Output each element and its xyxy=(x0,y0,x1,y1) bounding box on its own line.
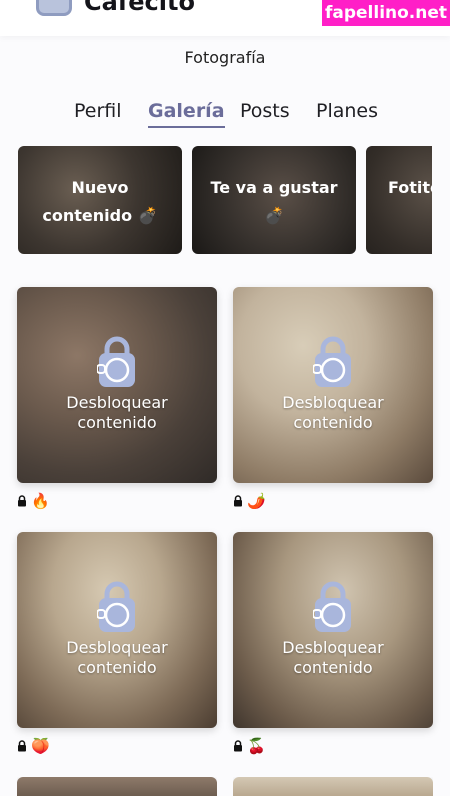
profile-category: Fotografía xyxy=(184,48,266,67)
gallery-item[interactable]: Desbloquear contenido 🔥 xyxy=(17,287,217,511)
lock-icon xyxy=(313,336,351,387)
unlock-content-label[interactable]: Desbloquear contenido xyxy=(17,393,217,433)
collection-card[interactable]: Nuevo contenido 💣 xyxy=(18,146,182,254)
tab-bar: Perfil Galería Posts Planes xyxy=(0,100,450,132)
collection-title: Fotito xyxy=(388,178,432,197)
locked-thumbnail[interactable] xyxy=(233,777,433,796)
peach-icon: 🍑 xyxy=(31,737,50,755)
lock-icon xyxy=(313,581,351,632)
tab-planes[interactable]: Planes xyxy=(316,100,378,122)
item-meta: 🍑 xyxy=(17,736,217,756)
item-meta: 🍒 xyxy=(233,736,433,756)
gallery-item[interactable]: Desbloquear contenido 🍑 xyxy=(17,532,217,756)
fire-icon: 🔥 xyxy=(31,492,50,510)
unlock-content-label[interactable]: Desbloquear contenido xyxy=(17,638,217,678)
padlock-icon xyxy=(18,495,26,507)
tab-galeria[interactable]: Galería xyxy=(148,100,225,128)
locked-thumbnail[interactable]: Desbloquear contenido xyxy=(233,287,433,483)
cafecito-logo-icon[interactable] xyxy=(36,0,72,16)
lock-icon xyxy=(97,336,135,387)
padlock-icon xyxy=(234,740,242,752)
gallery-item[interactable]: Desbloquear contenido 🌶️ xyxy=(233,287,433,511)
blurred-preview xyxy=(17,777,217,796)
blurred-preview xyxy=(233,777,433,796)
padlock-icon xyxy=(18,740,26,752)
padlock-icon xyxy=(234,495,242,507)
collection-card[interactable]: Fotito xyxy=(366,146,432,254)
chili-pepper-icon: 🌶️ xyxy=(247,492,266,510)
gallery-item[interactable]: Desbloquear contenido 🍒 xyxy=(233,532,433,756)
item-meta: 🔥 xyxy=(17,491,217,511)
unlock-content-label[interactable]: Desbloquear contenido xyxy=(233,638,433,678)
cherries-icon: 🍒 xyxy=(247,737,266,755)
locked-thumbnail[interactable]: Desbloquear contenido xyxy=(233,532,433,728)
collection-title: Te va a gustar 💣 xyxy=(210,178,338,225)
item-meta: 🌶️ xyxy=(233,491,433,511)
tab-posts[interactable]: Posts xyxy=(240,100,290,122)
watermark: fapellino.net xyxy=(322,0,450,26)
collection-card[interactable]: Te va a gustar 💣 xyxy=(192,146,356,254)
tab-perfil[interactable]: Perfil xyxy=(74,100,122,122)
locked-thumbnail[interactable]: Desbloquear contenido xyxy=(17,287,217,483)
locked-thumbnail[interactable] xyxy=(17,777,217,796)
collection-title: Nuevo contenido 💣 xyxy=(42,178,158,225)
gallery-item[interactable] xyxy=(17,777,217,796)
brand-name[interactable]: Cafecito xyxy=(84,0,195,16)
locked-thumbnail[interactable]: Desbloquear contenido xyxy=(17,532,217,728)
collections-carousel[interactable]: Nuevo contenido 💣 Te va a gustar 💣 Fotit… xyxy=(18,146,432,256)
gallery-item[interactable] xyxy=(233,777,433,796)
lock-icon xyxy=(97,581,135,632)
unlock-content-label[interactable]: Desbloquear contenido xyxy=(233,393,433,433)
